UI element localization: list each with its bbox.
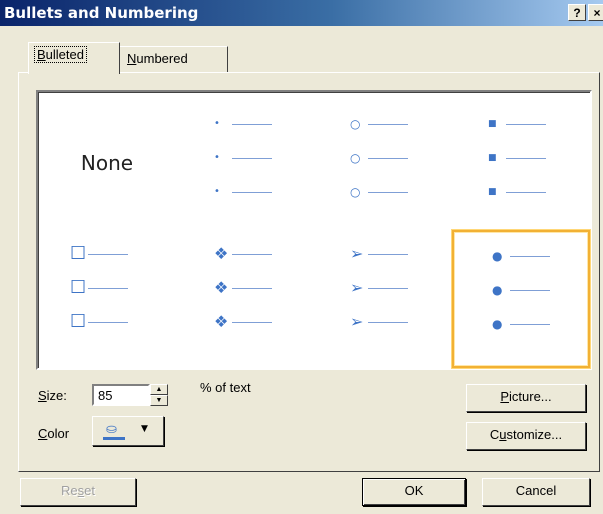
bullet-style-hollow-circle[interactable]: ○ ○ ○ [314,94,452,232]
paint-bucket-icon: ⛀ [103,422,127,440]
help-button[interactable]: ? [568,4,586,21]
bullet-preview-row: ○ [314,150,452,166]
color-label: Color [38,426,70,441]
none-label: None [80,151,134,175]
bullet-preview-row: ○ [314,184,452,200]
bullet-preview-row: ➢ [314,314,452,330]
bullet-preview-row: ■ [452,150,590,166]
bullet-preview-row: ☐ [38,277,176,298]
hollow-square-bullet-icon: ☐ [70,311,87,332]
text-line-placeholder [232,124,272,125]
bullet-preview-row: ☐ [38,311,176,332]
picture-button[interactable]: Picture... [466,384,586,412]
bullet-style-none[interactable]: None [38,94,176,232]
text-line-placeholder [368,288,408,289]
size-suffix: % of text [200,380,251,395]
text-line-placeholder [232,322,272,323]
text-line-placeholder [506,158,546,159]
bullet-preview-row: ● [454,316,592,332]
title-bar[interactable]: Bullets and Numbering ? × [0,0,603,26]
hollow-circle-bullet-icon: ○ [350,151,361,165]
text-line-placeholder [88,254,128,255]
cancel-button[interactable]: Cancel [482,478,590,506]
text-line-placeholder [232,158,272,159]
window-title: Bullets and Numbering [4,4,199,22]
bullet-preview-row: ➢ [314,280,452,296]
text-line-placeholder [506,192,546,193]
close-button[interactable]: × [588,4,603,21]
text-line-placeholder [510,256,550,257]
hollow-circle-bullet-icon: ○ [350,117,361,131]
tab-numbered-label: Numbered [127,51,188,66]
bullet-preview-row: ❖ [176,280,314,296]
spin-down-icon[interactable]: ▼ [150,395,168,406]
bullet-preview-row: ○ [314,116,452,132]
arrowhead-bullet-icon: ➢ [350,244,364,263]
text-line-placeholder [232,288,272,289]
large-dot-bullet-icon: ● [492,283,503,297]
bullet-style-small-dot[interactable]: • • • [176,94,314,232]
text-line-placeholder [88,322,128,323]
size-spinner[interactable]: ▲ ▼ [150,384,168,406]
text-line-placeholder [510,324,550,325]
small-square-bullet-icon: ■ [488,153,497,163]
text-line-placeholder [88,288,128,289]
large-dot-bullet-icon: ● [492,249,503,263]
four-diamond-bullet-icon: ❖ [214,312,229,331]
bullet-preview-row: ➢ [314,246,452,262]
bullet-style-large-dot[interactable]: ● ● ● [452,230,590,368]
bullet-preview-row: ❖ [176,246,314,262]
bullet-style-arrowhead[interactable]: ➢ ➢ ➢ [314,230,452,368]
size-label: Size: [38,388,67,403]
bullet-preview-row: • [176,116,314,132]
text-line-placeholder [506,124,546,125]
large-dot-bullet-icon: ● [492,317,503,331]
bullet-style-hollow-square[interactable]: ☐ ☐ ☐ [38,230,176,368]
bullet-style-gallery[interactable]: None • • • ○ ○ ○ ■ ■ ■ ☐ ☐ ☐ ❖ ❖ ❖ ➢ ➢ ➢ ● ● ● [36,90,592,370]
text-line-placeholder [232,254,272,255]
bullet-preview-row: ❖ [176,314,314,330]
hollow-square-bullet-icon: ☐ [70,243,87,264]
bullet-style-four-diamond[interactable]: ❖ ❖ ❖ [176,230,314,368]
small-dot-bullet-icon: • [214,118,220,129]
size-input[interactable] [92,384,150,406]
bullet-preview-row: ● [454,282,592,298]
hollow-square-bullet-icon: ☐ [70,277,87,298]
four-diamond-bullet-icon: ❖ [214,244,229,263]
arrowhead-bullet-icon: ➢ [350,312,364,331]
bullet-style-small-square[interactable]: ■ ■ ■ [452,94,590,232]
bullet-preview-row: ■ [452,116,590,132]
color-picker-button[interactable]: ⛀ ▼ [92,416,164,446]
bullet-preview-row: ☐ [38,243,176,264]
small-square-bullet-icon: ■ [488,119,497,129]
text-line-placeholder [368,254,408,255]
small-dot-bullet-icon: • [214,152,220,163]
arrowhead-bullet-icon: ➢ [350,278,364,297]
tab-numbered[interactable]: Numbered [118,46,228,72]
small-square-bullet-icon: ■ [488,187,497,197]
text-line-placeholder [510,290,550,291]
bullet-preview-row: • [176,150,314,166]
bullet-preview-row: ● [454,248,592,264]
spin-up-icon[interactable]: ▲ [150,384,168,395]
bullet-preview-row: • [176,184,314,200]
text-line-placeholder [368,158,408,159]
text-line-placeholder [368,192,408,193]
tab-bulleted-label: Bulleted [34,46,87,63]
text-line-placeholder [368,124,408,125]
ok-button[interactable]: OK [362,478,466,506]
tab-bulleted[interactable]: Bulleted [28,42,120,74]
text-line-placeholder [368,322,408,323]
four-diamond-bullet-icon: ❖ [214,278,229,297]
small-dot-bullet-icon: • [214,186,220,197]
hollow-circle-bullet-icon: ○ [350,185,361,199]
chevron-down-icon: ▼ [141,424,148,434]
bullet-preview-row: ■ [452,184,590,200]
text-line-placeholder [232,192,272,193]
reset-button[interactable]: Reset [20,478,136,506]
customize-button[interactable]: Customize... [466,422,586,450]
